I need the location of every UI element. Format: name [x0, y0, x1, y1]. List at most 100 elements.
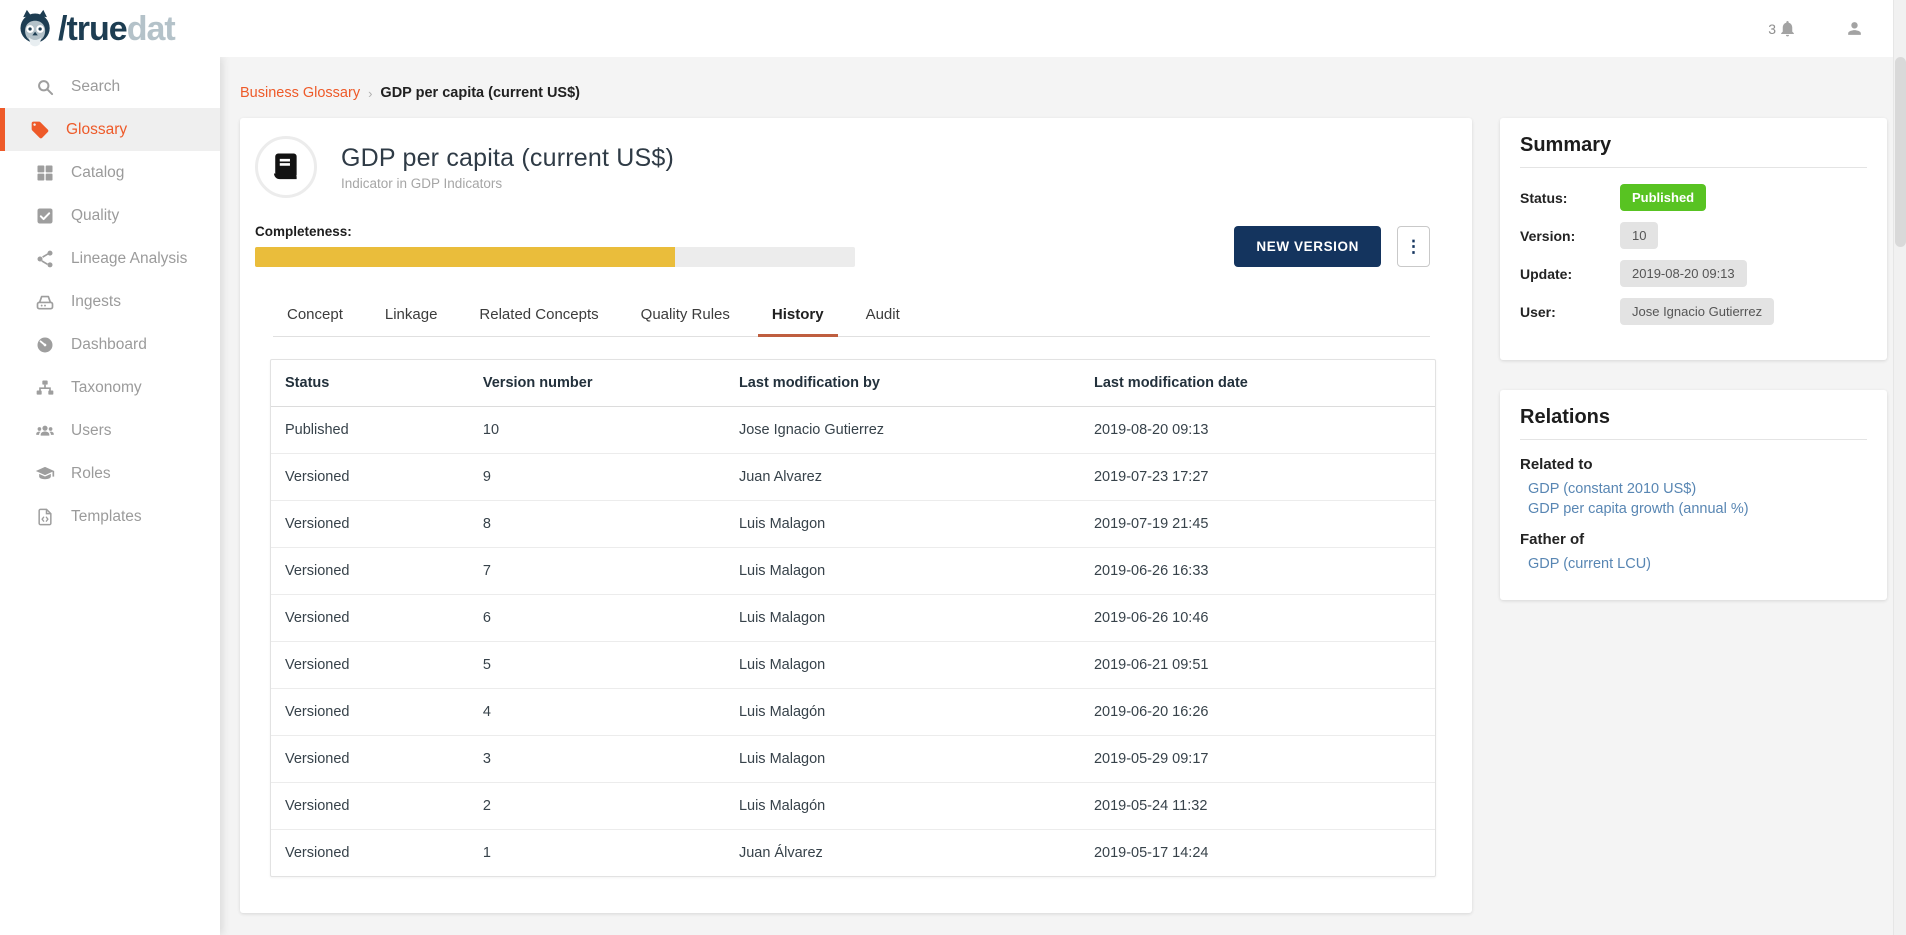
sidebar-item-label: Users: [71, 422, 111, 440]
table-row: Versioned9Juan Alvarez2019-07-23 17:27: [271, 454, 1435, 501]
table-row: Versioned4Luis Malagón2019-06-20 16:26: [271, 689, 1435, 736]
sidebar-item-taxonomy[interactable]: Taxonomy: [0, 366, 220, 409]
cell-modified_date: 2019-06-26 16:33: [1080, 548, 1435, 595]
notification-count: 3: [1768, 21, 1776, 37]
cell-version: 3: [469, 736, 725, 783]
summary-title: Summary: [1520, 134, 1867, 168]
table-row: Versioned1Juan Álvarez2019-05-17 14:24: [271, 830, 1435, 877]
cell-version: 6: [469, 595, 725, 642]
relations-panel: Relations Related to GDP (constant 2010 U…: [1500, 390, 1887, 600]
notifications-button[interactable]: 3: [1768, 19, 1797, 38]
field-label: Status:: [1520, 190, 1620, 206]
tab-linkage[interactable]: Linkage: [371, 295, 452, 337]
users-icon: [35, 421, 55, 441]
cell-version: 7: [469, 548, 725, 595]
cell-version: 9: [469, 454, 725, 501]
completeness-progress-fill: [255, 247, 675, 267]
cell-version: 10: [469, 407, 725, 454]
app-window: /truedat 3 Search Glossary Catalog Quality L…: [0, 0, 1906, 935]
sidebar-item-dashboard[interactable]: Dashboard: [0, 323, 220, 366]
scrollbar-thumb[interactable]: [1895, 57, 1906, 247]
relation-link[interactable]: GDP (constant 2010 US$): [1528, 481, 1867, 497]
sidebar-item-label: Ingests: [71, 293, 121, 311]
table-row: Versioned5Luis Malagon2019-06-21 09:51: [271, 642, 1435, 689]
sidebar-item-roles[interactable]: Roles: [0, 452, 220, 495]
cell-modified_date: 2019-06-26 10:46: [1080, 595, 1435, 642]
cell-status: Versioned: [271, 454, 469, 501]
cell-version: 8: [469, 501, 725, 548]
sidebar-item-users[interactable]: Users: [0, 409, 220, 452]
sidebar-item-templates[interactable]: Templates: [0, 495, 220, 538]
relation-group-heading: Related to: [1520, 456, 1867, 473]
column-header: Last modification by: [725, 360, 1080, 407]
column-header: Version number: [469, 360, 725, 407]
concept-title: GDP per capita (current US$): [341, 144, 674, 173]
sidebar-item-label: Roles: [71, 465, 111, 483]
cell-modified_date: 2019-06-21 09:51: [1080, 642, 1435, 689]
cell-version: 1: [469, 830, 725, 877]
sidebar: Search Glossary Catalog Quality Lineage Anal…: [0, 57, 220, 935]
relations-title: Relations: [1520, 406, 1867, 440]
cell-modified_by: Luis Malagon: [725, 501, 1080, 548]
sidebar-item-label: Dashboard: [71, 336, 147, 354]
server-icon: [35, 292, 55, 312]
gauge-icon: [35, 335, 55, 355]
breadcrumb-root-link[interactable]: Business Glossary: [240, 85, 360, 101]
summary-field: Status:Published: [1520, 184, 1867, 211]
user-menu-icon[interactable]: [1845, 19, 1864, 38]
breadcrumb-separator: ›: [368, 86, 372, 101]
tab-history[interactable]: History: [758, 295, 838, 337]
sidebar-item-glossary[interactable]: Glossary: [0, 108, 220, 151]
concept-card: GDP per capita (current US$) Indicator i…: [240, 118, 1472, 913]
cell-status: Versioned: [271, 689, 469, 736]
cell-version: 4: [469, 689, 725, 736]
sidebar-item-label: Catalog: [71, 164, 124, 182]
new-version-button[interactable]: NEW VERSION: [1234, 226, 1381, 267]
sidebar-item-quality[interactable]: Quality: [0, 194, 220, 237]
sidebar-item-label: Lineage Analysis: [71, 250, 187, 268]
sitemap-icon: [35, 378, 55, 398]
column-header: Status: [271, 360, 469, 407]
tab-quality-rules[interactable]: Quality Rules: [627, 295, 744, 337]
cell-modified_date: 2019-08-20 09:13: [1080, 407, 1435, 454]
cell-status: Versioned: [271, 783, 469, 830]
tab-concept[interactable]: Concept: [273, 295, 357, 337]
table-header-row: StatusVersion numberLast modification by…: [271, 360, 1435, 407]
breadcrumb-current: GDP per capita (current US$): [380, 85, 580, 101]
table-row: Versioned8Luis Malagon2019-07-19 21:45: [271, 501, 1435, 548]
tab-related-concepts[interactable]: Related Concepts: [465, 295, 612, 337]
sidebar-item-lineage-analysis[interactable]: Lineage Analysis: [0, 237, 220, 280]
tab-audit[interactable]: Audit: [852, 295, 914, 337]
more-options-button[interactable]: ⋮: [1397, 226, 1430, 267]
cell-modified_by: Luis Malagon: [725, 642, 1080, 689]
relation-link[interactable]: GDP (current LCU): [1528, 556, 1867, 572]
status-badge: Published: [1620, 184, 1706, 211]
cell-modified_date: 2019-06-20 16:26: [1080, 689, 1435, 736]
truedat-logo[interactable]: /truedat: [14, 8, 175, 50]
concept-avatar: [255, 136, 317, 198]
sidebar-item-search[interactable]: Search: [0, 65, 220, 108]
breadcrumb: Business Glossary › GDP per capita (curr…: [240, 85, 1893, 101]
value-badge: 10: [1620, 222, 1658, 249]
tag-icon: [30, 120, 50, 140]
cell-version: 2: [469, 783, 725, 830]
sidebar-item-ingests[interactable]: Ingests: [0, 280, 220, 323]
cell-modified_by: Juan Álvarez: [725, 830, 1080, 877]
sidebar-item-catalog[interactable]: Catalog: [0, 151, 220, 194]
bell-icon: [1778, 19, 1797, 38]
kebab-icon: ⋮: [1405, 237, 1422, 256]
relation-link[interactable]: GDP per capita growth (annual %): [1528, 501, 1867, 517]
summary-field: Update:2019-08-20 09:13: [1520, 260, 1867, 287]
cell-version: 5: [469, 642, 725, 689]
page-scrollbar: [1893, 0, 1906, 935]
value-badge: Jose Ignacio Gutierrez: [1620, 298, 1774, 325]
sidebar-item-label: Search: [71, 78, 120, 96]
cell-modified_by: Luis Malagon: [725, 736, 1080, 783]
sidebar-item-label: Taxonomy: [71, 379, 142, 397]
field-label: User:: [1520, 304, 1620, 320]
table-row: Versioned6Luis Malagon2019-06-26 10:46: [271, 595, 1435, 642]
logo-wordmark: /truedat: [58, 12, 175, 46]
share-icon: [35, 249, 55, 269]
cell-status: Versioned: [271, 736, 469, 783]
relation-group-heading: Father of: [1520, 531, 1867, 548]
